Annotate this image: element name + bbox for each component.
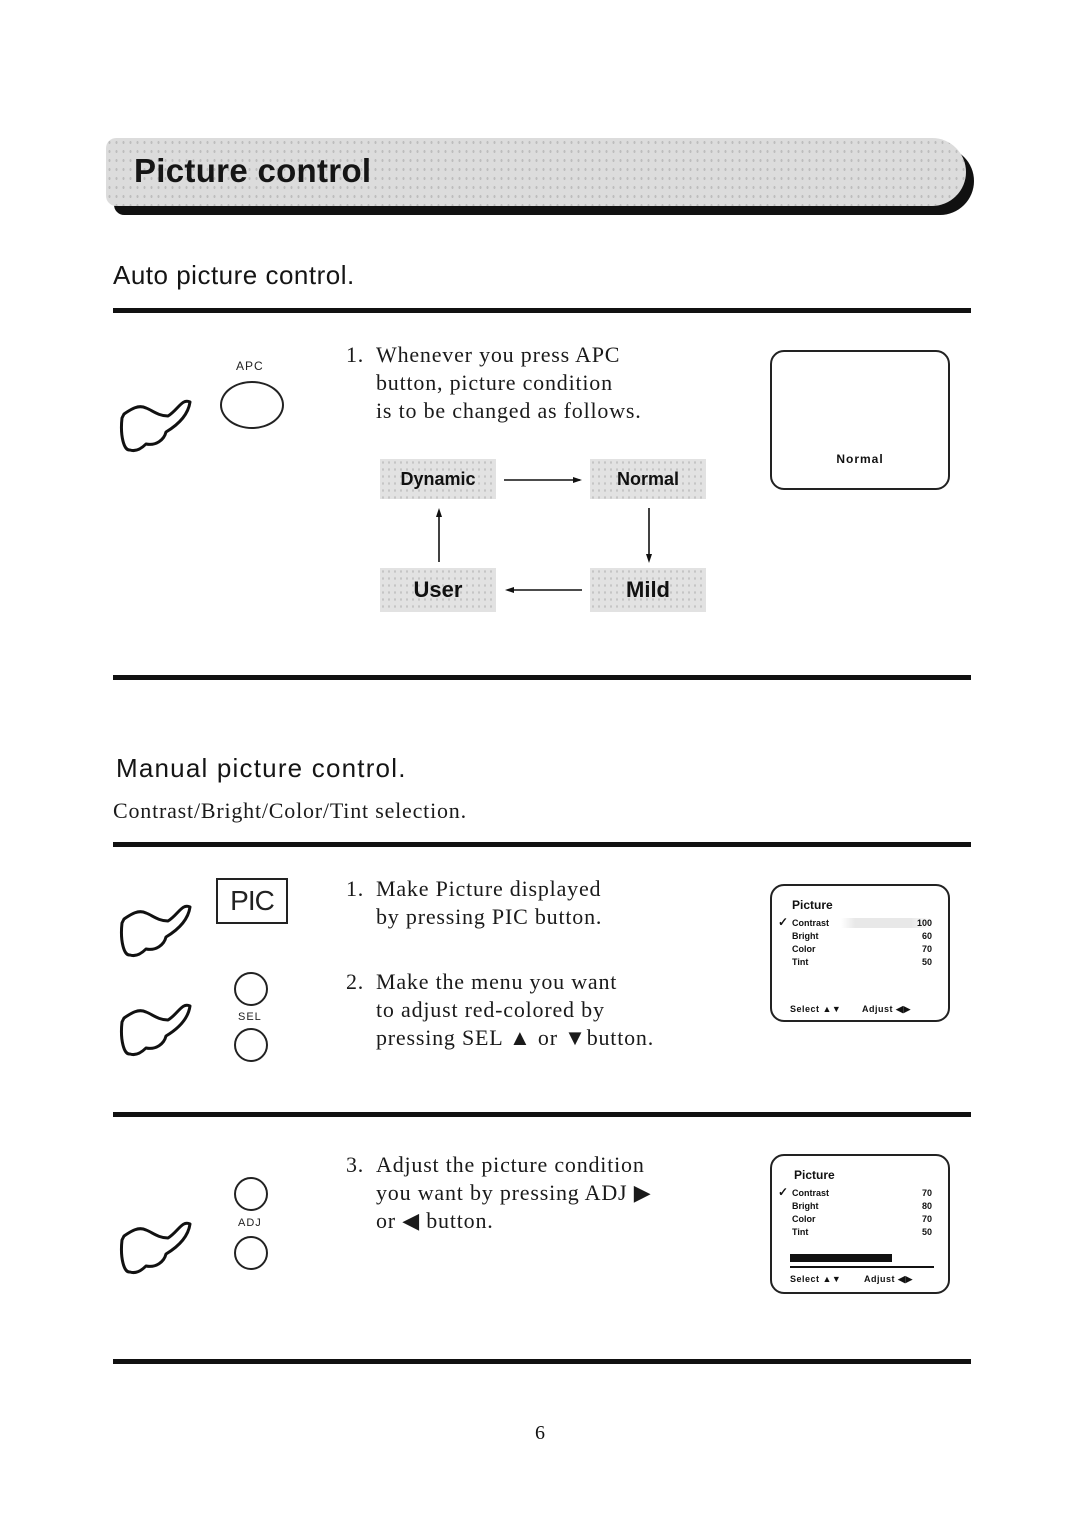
menu-item-value: 60 xyxy=(921,931,932,941)
manual-step3-text: 3. Adjust the picture condition you want … xyxy=(346,1151,651,1235)
step-number: 1. xyxy=(346,876,365,901)
menu-item-label: Bright xyxy=(792,931,819,941)
divider xyxy=(113,308,971,313)
manual-section-subheading: Contrast/Bright/Color/Tint selection. xyxy=(113,798,467,823)
step-line: to adjust red-colored by xyxy=(376,997,605,1022)
menu-separator xyxy=(790,1266,934,1268)
step-line: Make the menu you want xyxy=(376,969,618,994)
sel-label: SEL xyxy=(238,1011,262,1023)
page-title: Picture control xyxy=(134,152,372,189)
divider xyxy=(113,842,971,847)
menu-item-label: Color xyxy=(792,1214,816,1224)
step-line: Adjust the picture condition xyxy=(376,1152,645,1177)
menu-title: Picture xyxy=(792,898,833,912)
menu-item-value: 50 xyxy=(921,1227,932,1237)
step-line: is to be changed as follows. xyxy=(376,398,642,423)
pointing-hand-icon xyxy=(120,399,192,452)
step-line: or ◀ button. xyxy=(376,1208,494,1233)
menu-item-value: 70 xyxy=(921,1188,932,1198)
picture-menu-screen-1: Picture ✓ Contrast 100 Bright 60 Color 70 T… xyxy=(770,884,950,1022)
menu-item: Bright 80 xyxy=(792,1201,932,1211)
menu-footer-select: Select ▲▼ xyxy=(790,1004,842,1014)
menu-footer-adjust: Adjust ◀▶ xyxy=(864,1274,913,1284)
step-number: 2. xyxy=(346,969,365,994)
menu-title: Picture xyxy=(794,1168,835,1182)
manual-step1-text: 1. Make Picture displayed by pressing PIC… xyxy=(346,875,602,931)
menu-item: Tint 50 xyxy=(792,957,932,967)
menu-item-value: 50 xyxy=(921,957,932,967)
menu-item-label: Color xyxy=(792,944,816,954)
step-line: pressing SEL ▲ or ▼button. xyxy=(376,1025,655,1050)
screen-mode-label: Normal xyxy=(836,452,884,466)
menu-item: Tint 50 xyxy=(792,1227,932,1237)
menu-item-value: 70 xyxy=(921,944,932,954)
sel-up-button[interactable] xyxy=(234,972,268,1006)
divider xyxy=(113,1359,971,1364)
menu-item-label: Contrast xyxy=(792,918,830,928)
pointing-hand-icon xyxy=(120,904,192,957)
auto-section-heading: Auto picture control. xyxy=(113,260,355,290)
check-icon: ✓ xyxy=(778,915,789,929)
step-number: 3. xyxy=(346,1152,365,1177)
menu-item: Contrast 70 xyxy=(792,1188,932,1198)
cycle-arrows xyxy=(436,477,652,593)
step-line: by pressing PIC button. xyxy=(376,904,603,929)
divider xyxy=(113,1112,971,1117)
adjust-bar-fill xyxy=(790,1254,892,1262)
step-line: button, picture condition xyxy=(376,370,613,395)
step-line: Make Picture displayed xyxy=(376,876,602,901)
tv-screen-preview: Normal xyxy=(770,350,950,490)
menu-item-label: Contrast xyxy=(792,1188,830,1198)
check-icon: ✓ xyxy=(778,1185,789,1199)
pointing-hand-icon xyxy=(120,1221,192,1274)
step-number: 1. xyxy=(346,342,365,367)
menu-item-label: Bright xyxy=(792,1201,819,1211)
sel-down-button[interactable] xyxy=(234,1028,268,1062)
divider xyxy=(113,675,971,680)
adjust-bar-track xyxy=(790,1254,935,1262)
page-number: 6 xyxy=(535,1422,545,1444)
manual-section-heading: Manual picture control. xyxy=(116,753,407,783)
pic-button[interactable]: PIC xyxy=(216,878,288,924)
apc-label: APC xyxy=(236,359,264,373)
picture-menu-screen-2: Picture ✓ Contrast 70 Bright 80 Color 70 Ti… xyxy=(770,1154,950,1294)
menu-item-label: Tint xyxy=(792,1227,809,1237)
manual-step2-text: 2. Make the menu you want to adjust red-c… xyxy=(346,968,654,1052)
step-line: Whenever you press APC xyxy=(376,342,621,367)
menu-item: Bright 60 xyxy=(792,931,932,941)
menu-item: Contrast 100 xyxy=(792,918,932,928)
adj-label: ADJ xyxy=(238,1217,262,1229)
menu-item-value: 80 xyxy=(921,1201,932,1211)
adj-left-button[interactable] xyxy=(234,1236,268,1270)
menu-footer-select: Select ▲▼ xyxy=(790,1274,842,1284)
menu-item-label: Tint xyxy=(792,957,809,967)
apc-button[interactable] xyxy=(220,381,284,429)
menu-item-value: 70 xyxy=(921,1214,932,1224)
pointing-hand-icon xyxy=(120,1003,192,1056)
menu-item: Color 70 xyxy=(792,944,932,954)
menu-item-value: 100 xyxy=(916,918,932,928)
auto-step1-text: 1. Whenever you press APC button, picture… xyxy=(346,341,642,425)
adj-right-button[interactable] xyxy=(234,1177,268,1211)
menu-footer-adjust: Adjust ◀▶ xyxy=(862,1004,911,1014)
menu-item: Color 70 xyxy=(792,1214,932,1224)
step-line: you want by pressing ADJ ▶ xyxy=(376,1180,652,1205)
